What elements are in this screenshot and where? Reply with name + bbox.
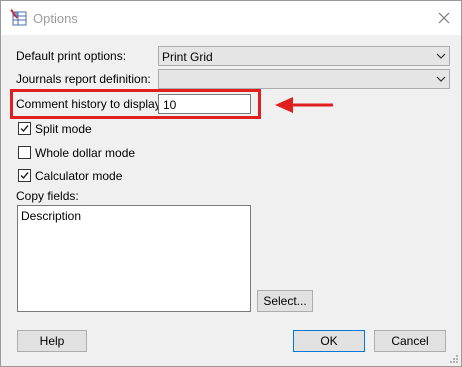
copy-fields-list[interactable]: Description <box>17 205 251 312</box>
journals-report-definition-label: Journals report definition: <box>16 72 151 86</box>
help-button[interactable]: Help <box>17 330 87 352</box>
split-mode-checkbox[interactable] <box>18 122 31 135</box>
annotation-highlight-box <box>10 89 261 119</box>
resize-grip-icon[interactable] <box>449 354 459 364</box>
annotation-arrow-icon <box>275 97 333 113</box>
chevron-down-icon <box>436 76 446 82</box>
checkmark-icon <box>20 125 29 133</box>
default-print-options-label: Default print options: <box>16 49 127 63</box>
calculator-mode-label: Calculator mode <box>35 169 123 183</box>
checkmark-icon <box>20 172 29 180</box>
chevron-down-icon <box>436 53 446 59</box>
journals-report-definition-dropdown[interactable] <box>158 69 450 89</box>
title-bar: Options <box>1 1 461 35</box>
cancel-button[interactable]: Cancel <box>374 330 446 352</box>
default-print-options-value: Print Grid <box>162 50 213 64</box>
split-mode-label: Split mode <box>35 122 92 136</box>
close-icon[interactable] <box>435 9 453 27</box>
whole-dollar-mode-checkbox[interactable] <box>18 146 31 159</box>
window-title: Options <box>33 11 78 26</box>
select-button[interactable]: Select... <box>257 290 313 312</box>
copy-fields-label: Copy fields: <box>16 189 79 203</box>
ok-button[interactable]: OK <box>293 330 365 352</box>
whole-dollar-mode-label: Whole dollar mode <box>35 146 136 160</box>
calculator-mode-checkbox[interactable] <box>18 169 31 182</box>
options-grid-icon <box>10 9 27 26</box>
list-item[interactable]: Description <box>21 209 81 223</box>
default-print-options-dropdown[interactable]: Print Grid <box>158 46 450 66</box>
options-dialog: Options Default print options: Print Gri… <box>0 0 462 367</box>
